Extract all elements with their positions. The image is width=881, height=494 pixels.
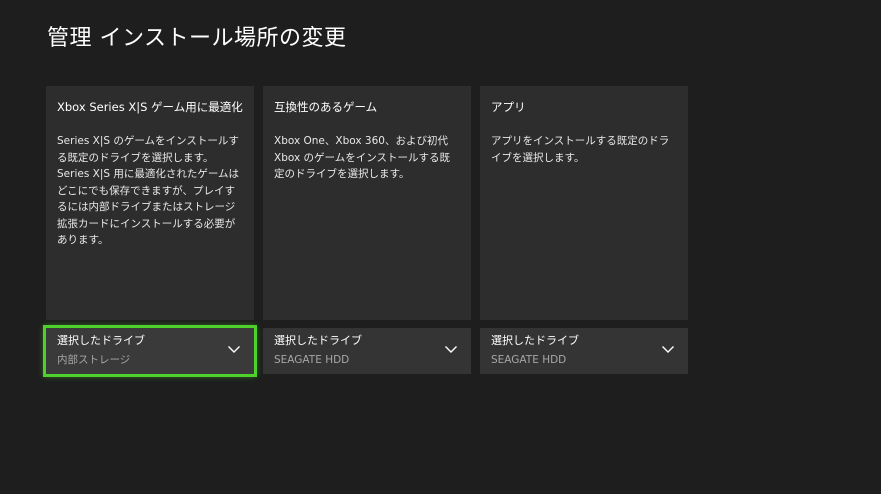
drive-select-label: 選択したドライブ (274, 334, 362, 347)
page-title: 管理 インストール場所の変更 (47, 26, 347, 51)
drive-select-compatible-games[interactable]: 選択したドライブ SEAGATE HDD (263, 328, 471, 374)
drive-select-value: SEAGATE HDD (274, 354, 350, 366)
card-description: Xbox One、Xbox 360、および初代 Xbox のゲームをインストール… (274, 135, 450, 180)
info-card-apps: アプリ アプリをインストールする既定のドライブを選択します。 (480, 86, 688, 320)
column-apps: アプリ アプリをインストールする既定のドライブを選択します。 選択したドライブ … (480, 86, 688, 374)
card-heading: Xbox Series X|S ゲーム用に最適化 (57, 100, 243, 114)
drive-select-optimized-games[interactable]: 選択したドライブ 内部ストレージ (43, 325, 257, 377)
info-card-compatible-games: 互換性のあるゲーム Xbox One、Xbox 360、および初代 Xbox の… (263, 86, 471, 320)
chevron-down-icon (444, 344, 458, 354)
drive-select-value: 内部ストレージ (57, 354, 131, 366)
column-compatible-games: 互換性のあるゲーム Xbox One、Xbox 360、および初代 Xbox の… (263, 86, 471, 374)
card-heading: アプリ (491, 100, 526, 114)
drive-select-label: 選択したドライブ (491, 334, 579, 347)
chevron-down-icon (227, 344, 241, 354)
install-location-columns: Xbox Series X|S ゲーム用に最適化 Series X|S のゲーム… (43, 86, 688, 377)
card-description: アプリをインストールする既定のドライブを選択します。 (491, 135, 670, 164)
drive-select-label: 選択したドライブ (57, 334, 145, 347)
card-heading: 互換性のあるゲーム (274, 100, 378, 114)
drive-select-value: SEAGATE HDD (491, 354, 567, 366)
chevron-down-icon (661, 344, 675, 354)
info-card-optimized-games: Xbox Series X|S ゲーム用に最適化 Series X|S のゲーム… (46, 86, 254, 320)
storage-install-location-page: 管理 インストール場所の変更 Xbox Series X|S ゲーム用に最適化 … (0, 0, 881, 494)
card-description: Series X|S のゲームをインストールする既定のドライブを選択します。Se… (57, 135, 240, 246)
drive-select-apps[interactable]: 選択したドライブ SEAGATE HDD (480, 328, 688, 374)
column-optimized-games: Xbox Series X|S ゲーム用に最適化 Series X|S のゲーム… (43, 86, 257, 377)
